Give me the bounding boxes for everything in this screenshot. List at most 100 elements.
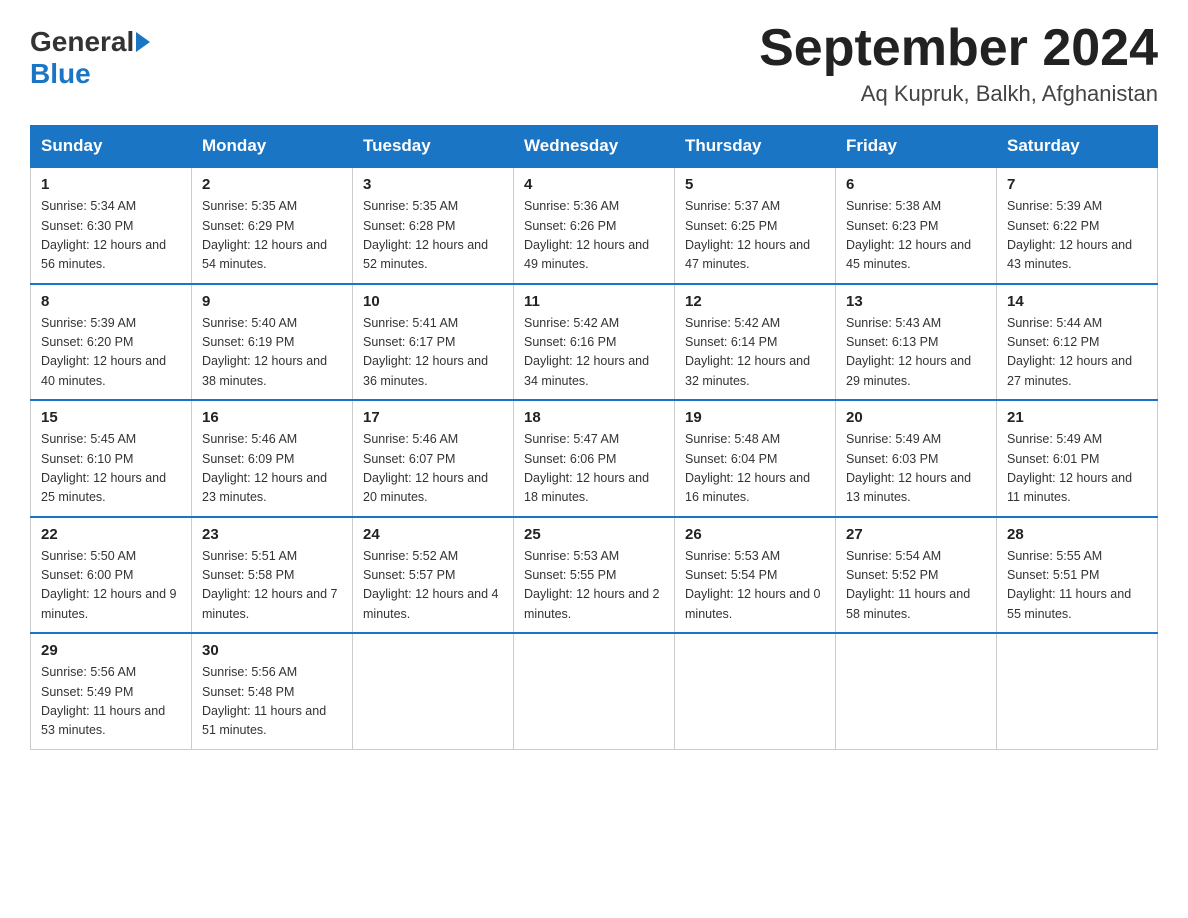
header-thursday: Thursday xyxy=(675,126,836,168)
day-number: 21 xyxy=(1007,409,1147,426)
calendar-week-5: 29 Sunrise: 5:56 AM Sunset: 5:49 PM Dayl… xyxy=(31,633,1158,749)
day-info: Sunrise: 5:48 AM Sunset: 6:04 PM Dayligh… xyxy=(685,430,825,508)
day-number: 2 xyxy=(202,176,342,193)
day-number: 25 xyxy=(524,526,664,543)
calendar-cell: 15 Sunrise: 5:45 AM Sunset: 6:10 PM Dayl… xyxy=(31,400,192,517)
day-info: Sunrise: 5:44 AM Sunset: 6:12 PM Dayligh… xyxy=(1007,314,1147,392)
header-friday: Friday xyxy=(836,126,997,168)
calendar-cell xyxy=(514,633,675,749)
day-info: Sunrise: 5:34 AM Sunset: 6:30 PM Dayligh… xyxy=(41,197,181,275)
day-info: Sunrise: 5:46 AM Sunset: 6:09 PM Dayligh… xyxy=(202,430,342,508)
day-info: Sunrise: 5:39 AM Sunset: 6:22 PM Dayligh… xyxy=(1007,197,1147,275)
day-info: Sunrise: 5:54 AM Sunset: 5:52 PM Dayligh… xyxy=(846,547,986,625)
day-info: Sunrise: 5:53 AM Sunset: 5:55 PM Dayligh… xyxy=(524,547,664,625)
calendar-cell: 8 Sunrise: 5:39 AM Sunset: 6:20 PM Dayli… xyxy=(31,284,192,401)
day-info: Sunrise: 5:43 AM Sunset: 6:13 PM Dayligh… xyxy=(846,314,986,392)
day-info: Sunrise: 5:46 AM Sunset: 6:07 PM Dayligh… xyxy=(363,430,503,508)
weekday-header-row: Sunday Monday Tuesday Wednesday Thursday… xyxy=(31,126,1158,168)
day-info: Sunrise: 5:42 AM Sunset: 6:16 PM Dayligh… xyxy=(524,314,664,392)
day-number: 28 xyxy=(1007,526,1147,543)
calendar-week-1: 1 Sunrise: 5:34 AM Sunset: 6:30 PM Dayli… xyxy=(31,167,1158,284)
calendar-cell: 4 Sunrise: 5:36 AM Sunset: 6:26 PM Dayli… xyxy=(514,167,675,284)
header-sunday: Sunday xyxy=(31,126,192,168)
calendar-cell: 29 Sunrise: 5:56 AM Sunset: 5:49 PM Dayl… xyxy=(31,633,192,749)
calendar-cell: 23 Sunrise: 5:51 AM Sunset: 5:58 PM Dayl… xyxy=(192,517,353,634)
day-number: 12 xyxy=(685,293,825,310)
title-block: September 2024 Aq Kupruk, Balkh, Afghani… xyxy=(759,20,1158,107)
day-info: Sunrise: 5:55 AM Sunset: 5:51 PM Dayligh… xyxy=(1007,547,1147,625)
page-header: General Blue September 2024 Aq Kupruk, B… xyxy=(30,20,1158,107)
calendar-cell: 3 Sunrise: 5:35 AM Sunset: 6:28 PM Dayli… xyxy=(353,167,514,284)
day-number: 13 xyxy=(846,293,986,310)
day-number: 23 xyxy=(202,526,342,543)
day-info: Sunrise: 5:56 AM Sunset: 5:49 PM Dayligh… xyxy=(41,663,181,741)
calendar-cell xyxy=(997,633,1158,749)
calendar-cell: 7 Sunrise: 5:39 AM Sunset: 6:22 PM Dayli… xyxy=(997,167,1158,284)
day-info: Sunrise: 5:42 AM Sunset: 6:14 PM Dayligh… xyxy=(685,314,825,392)
logo-triangle-icon xyxy=(136,32,150,52)
calendar-cell xyxy=(836,633,997,749)
day-number: 4 xyxy=(524,176,664,193)
calendar-cell: 17 Sunrise: 5:46 AM Sunset: 6:07 PM Dayl… xyxy=(353,400,514,517)
calendar-cell: 10 Sunrise: 5:41 AM Sunset: 6:17 PM Dayl… xyxy=(353,284,514,401)
header-monday: Monday xyxy=(192,126,353,168)
logo-blue-text: Blue xyxy=(30,58,91,89)
day-number: 20 xyxy=(846,409,986,426)
calendar-cell: 26 Sunrise: 5:53 AM Sunset: 5:54 PM Dayl… xyxy=(675,517,836,634)
day-info: Sunrise: 5:49 AM Sunset: 6:03 PM Dayligh… xyxy=(846,430,986,508)
calendar-cell: 24 Sunrise: 5:52 AM Sunset: 5:57 PM Dayl… xyxy=(353,517,514,634)
day-info: Sunrise: 5:36 AM Sunset: 6:26 PM Dayligh… xyxy=(524,197,664,275)
calendar-week-3: 15 Sunrise: 5:45 AM Sunset: 6:10 PM Dayl… xyxy=(31,400,1158,517)
day-number: 29 xyxy=(41,642,181,659)
calendar-week-4: 22 Sunrise: 5:50 AM Sunset: 6:00 PM Dayl… xyxy=(31,517,1158,634)
day-info: Sunrise: 5:35 AM Sunset: 6:28 PM Dayligh… xyxy=(363,197,503,275)
day-number: 19 xyxy=(685,409,825,426)
header-wednesday: Wednesday xyxy=(514,126,675,168)
calendar-cell: 11 Sunrise: 5:42 AM Sunset: 6:16 PM Dayl… xyxy=(514,284,675,401)
day-number: 6 xyxy=(846,176,986,193)
day-number: 18 xyxy=(524,409,664,426)
day-number: 17 xyxy=(363,409,503,426)
day-info: Sunrise: 5:47 AM Sunset: 6:06 PM Dayligh… xyxy=(524,430,664,508)
day-info: Sunrise: 5:37 AM Sunset: 6:25 PM Dayligh… xyxy=(685,197,825,275)
day-info: Sunrise: 5:39 AM Sunset: 6:20 PM Dayligh… xyxy=(41,314,181,392)
day-number: 7 xyxy=(1007,176,1147,193)
calendar-cell: 25 Sunrise: 5:53 AM Sunset: 5:55 PM Dayl… xyxy=(514,517,675,634)
day-info: Sunrise: 5:41 AM Sunset: 6:17 PM Dayligh… xyxy=(363,314,503,392)
calendar-cell: 19 Sunrise: 5:48 AM Sunset: 6:04 PM Dayl… xyxy=(675,400,836,517)
calendar-week-2: 8 Sunrise: 5:39 AM Sunset: 6:20 PM Dayli… xyxy=(31,284,1158,401)
calendar-cell: 21 Sunrise: 5:49 AM Sunset: 6:01 PM Dayl… xyxy=(997,400,1158,517)
calendar-cell: 6 Sunrise: 5:38 AM Sunset: 6:23 PM Dayli… xyxy=(836,167,997,284)
calendar-cell: 30 Sunrise: 5:56 AM Sunset: 5:48 PM Dayl… xyxy=(192,633,353,749)
day-info: Sunrise: 5:49 AM Sunset: 6:01 PM Dayligh… xyxy=(1007,430,1147,508)
calendar-table: Sunday Monday Tuesday Wednesday Thursday… xyxy=(30,125,1158,750)
day-number: 3 xyxy=(363,176,503,193)
calendar-cell: 5 Sunrise: 5:37 AM Sunset: 6:25 PM Dayli… xyxy=(675,167,836,284)
calendar-subtitle: Aq Kupruk, Balkh, Afghanistan xyxy=(759,81,1158,107)
calendar-cell: 9 Sunrise: 5:40 AM Sunset: 6:19 PM Dayli… xyxy=(192,284,353,401)
day-number: 8 xyxy=(41,293,181,310)
day-info: Sunrise: 5:40 AM Sunset: 6:19 PM Dayligh… xyxy=(202,314,342,392)
calendar-cell: 1 Sunrise: 5:34 AM Sunset: 6:30 PM Dayli… xyxy=(31,167,192,284)
day-number: 22 xyxy=(41,526,181,543)
day-info: Sunrise: 5:45 AM Sunset: 6:10 PM Dayligh… xyxy=(41,430,181,508)
day-number: 27 xyxy=(846,526,986,543)
day-info: Sunrise: 5:52 AM Sunset: 5:57 PM Dayligh… xyxy=(363,547,503,625)
day-number: 14 xyxy=(1007,293,1147,310)
day-number: 26 xyxy=(685,526,825,543)
calendar-cell: 16 Sunrise: 5:46 AM Sunset: 6:09 PM Dayl… xyxy=(192,400,353,517)
calendar-cell xyxy=(353,633,514,749)
day-info: Sunrise: 5:50 AM Sunset: 6:00 PM Dayligh… xyxy=(41,547,181,625)
calendar-cell: 28 Sunrise: 5:55 AM Sunset: 5:51 PM Dayl… xyxy=(997,517,1158,634)
calendar-cell: 20 Sunrise: 5:49 AM Sunset: 6:03 PM Dayl… xyxy=(836,400,997,517)
logo-general-text: General xyxy=(30,26,134,58)
calendar-title: September 2024 xyxy=(759,20,1158,77)
header-tuesday: Tuesday xyxy=(353,126,514,168)
day-info: Sunrise: 5:51 AM Sunset: 5:58 PM Dayligh… xyxy=(202,547,342,625)
day-number: 10 xyxy=(363,293,503,310)
day-number: 24 xyxy=(363,526,503,543)
day-info: Sunrise: 5:38 AM Sunset: 6:23 PM Dayligh… xyxy=(846,197,986,275)
calendar-cell: 12 Sunrise: 5:42 AM Sunset: 6:14 PM Dayl… xyxy=(675,284,836,401)
day-number: 15 xyxy=(41,409,181,426)
calendar-cell: 27 Sunrise: 5:54 AM Sunset: 5:52 PM Dayl… xyxy=(836,517,997,634)
